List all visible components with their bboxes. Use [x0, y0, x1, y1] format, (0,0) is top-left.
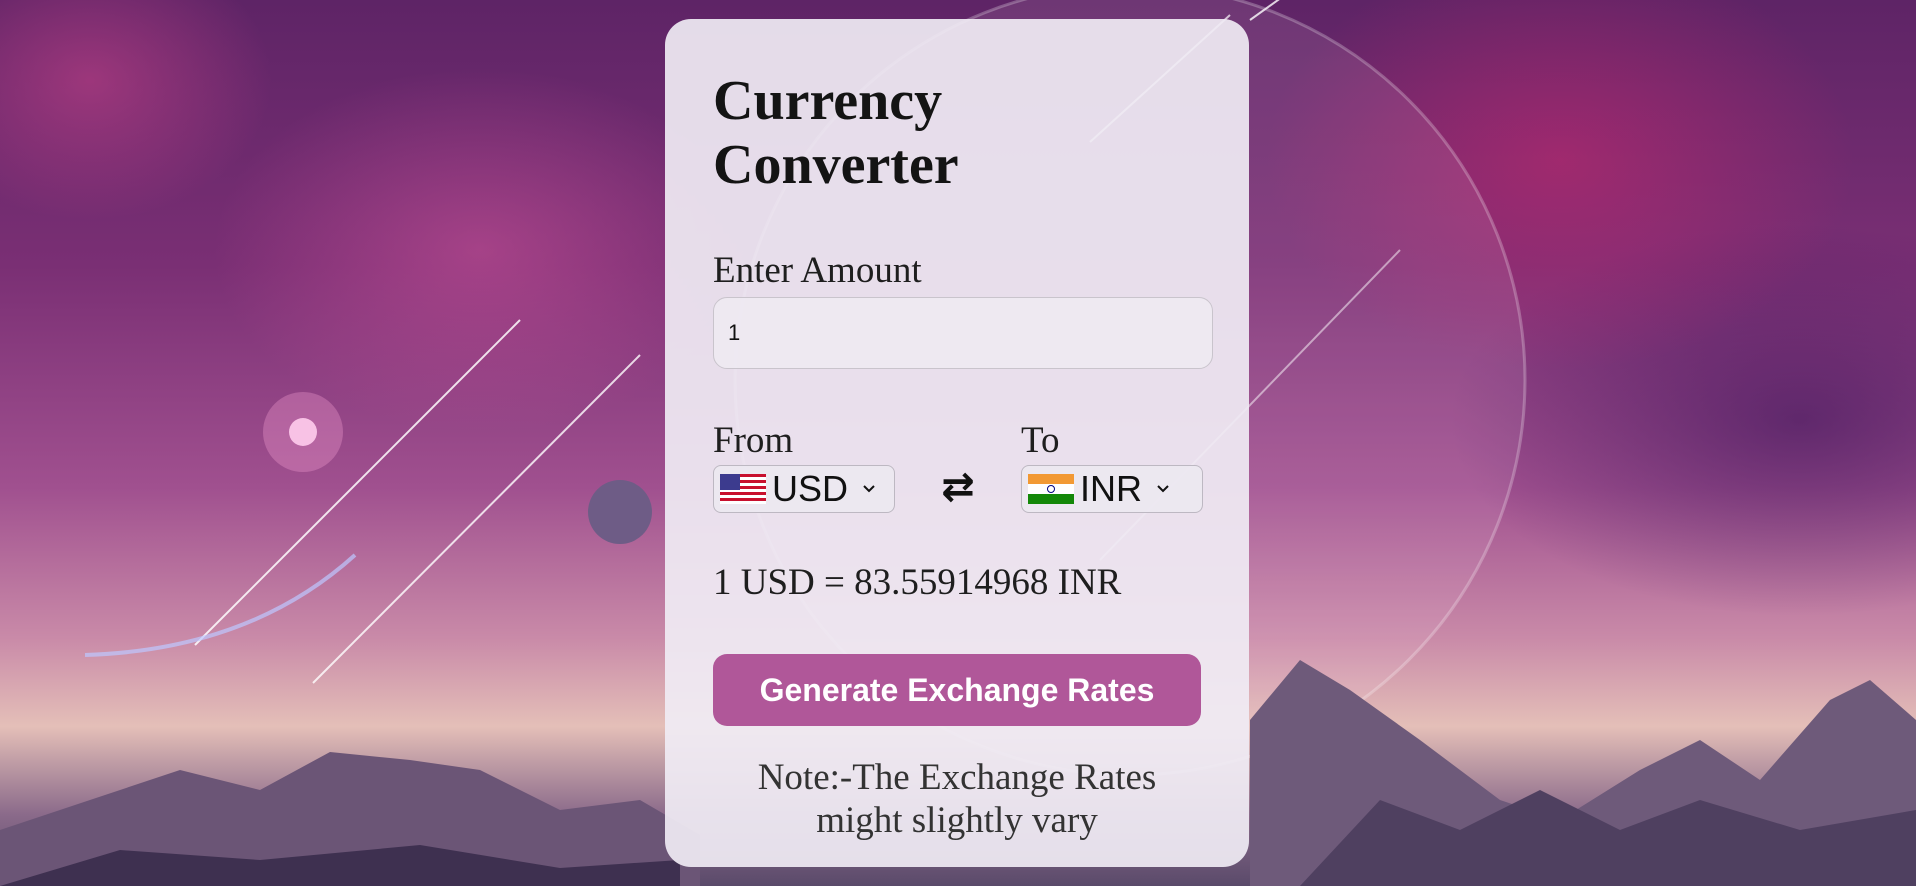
currency-row: From USD ⇄ To INR [713, 421, 1215, 513]
note-text: Note:-The Exchange Rates might slightly … [757, 757, 1157, 841]
chevron-down-icon [862, 484, 876, 494]
to-currency-code: INR [1080, 468, 1142, 509]
to-currency-select[interactable]: INR [1021, 465, 1203, 513]
to-label: To [1021, 420, 1060, 461]
from-group: From USD [713, 421, 895, 513]
page-title: Currency Converter [713, 70, 959, 196]
from-label: From [713, 420, 794, 461]
chevron-down-icon [1156, 484, 1170, 494]
amount-input[interactable] [713, 297, 1213, 369]
us-flag-icon [720, 474, 766, 504]
from-currency-select[interactable]: USD [713, 465, 895, 513]
from-currency-code: USD [772, 468, 849, 509]
converter-card: Currency Converter Enter Amount From USD [665, 19, 1249, 867]
to-group: To INR [1021, 421, 1203, 513]
swap-arrows-icon[interactable]: ⇄ [895, 463, 1021, 511]
generate-exchange-rates-button[interactable]: Generate Exchange Rates [713, 654, 1201, 726]
amount-label: Enter Amount [713, 250, 922, 291]
india-flag-icon [1028, 474, 1074, 504]
exchange-result: 1 USD = 83.55914968 INR [713, 562, 1122, 603]
